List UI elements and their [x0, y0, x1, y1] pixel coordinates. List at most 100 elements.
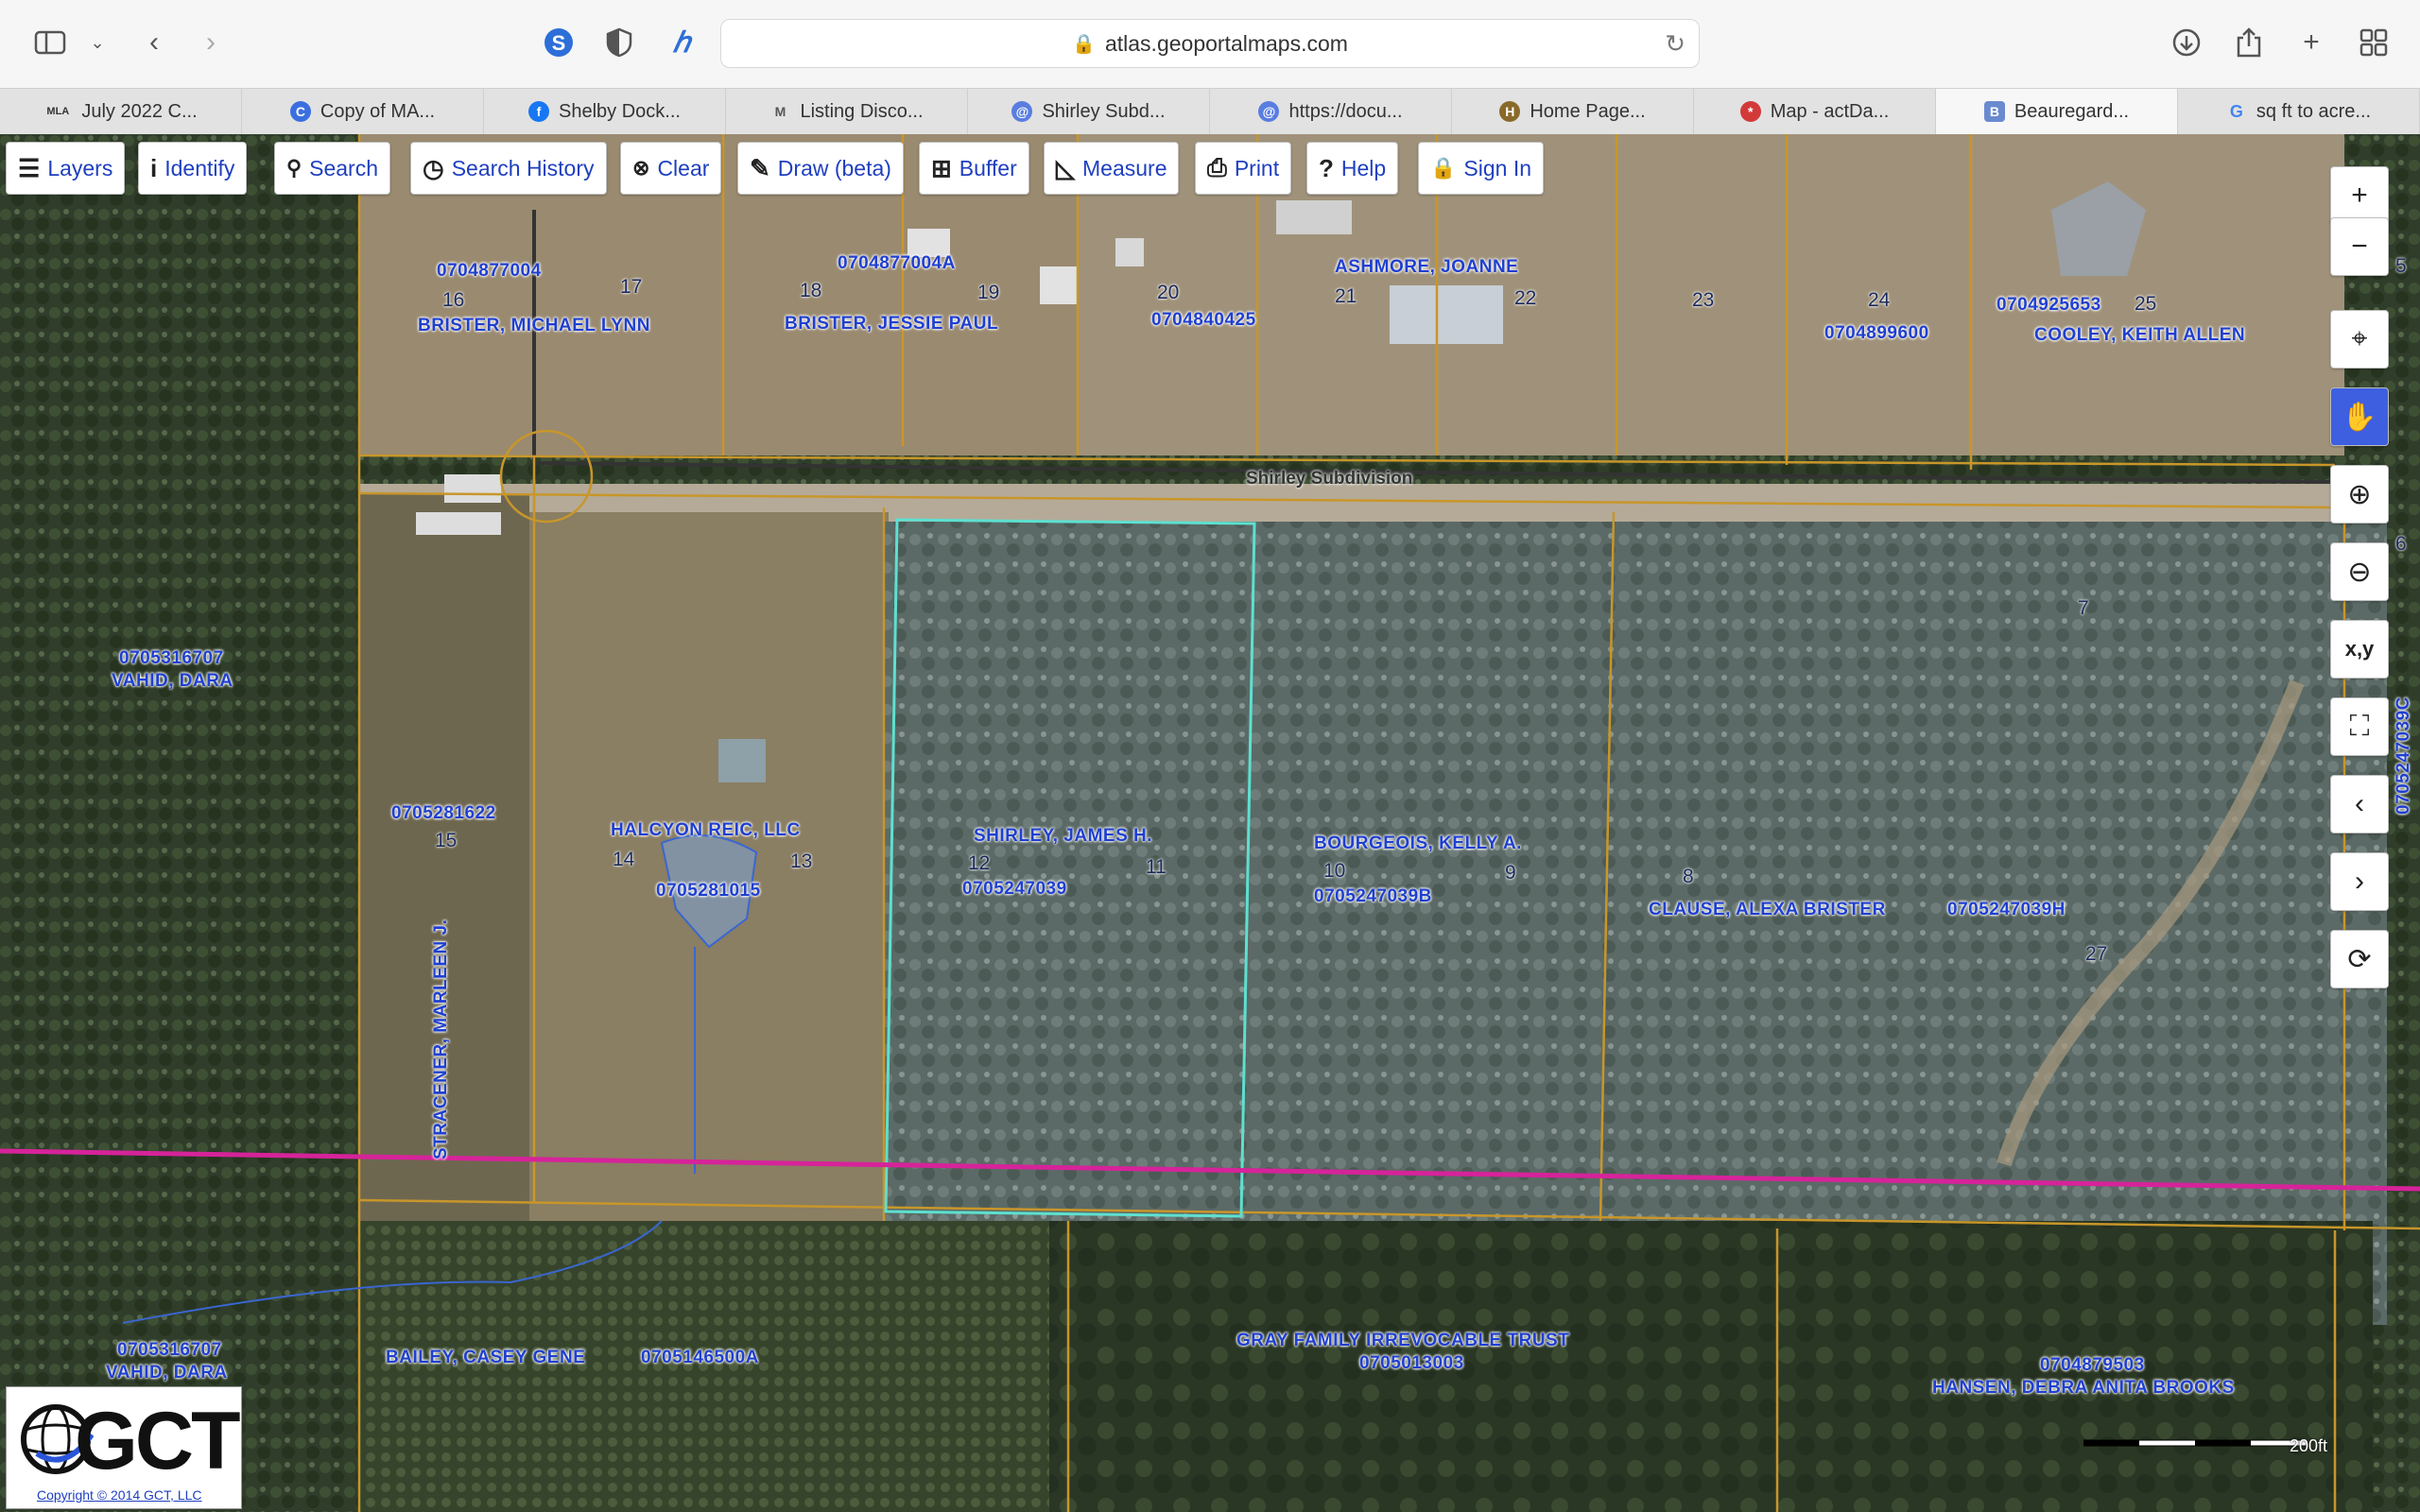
clear-button[interactable]: ⊗ Clear [620, 142, 722, 195]
search-history-button[interactable]: ◷ Search History [410, 142, 607, 195]
owner-label[interactable]: COOLEY, KEITH ALLEN [2034, 325, 2245, 346]
layers-label: Layers [47, 155, 113, 180]
tab-home-page[interactable]: H Home Page... [1452, 89, 1694, 134]
chevron-left-icon: ‹ [2355, 788, 2364, 819]
address-bar[interactable]: 🔒 atlas.geoportalmaps.com ↻ [720, 19, 1700, 68]
download-icon[interactable] [2165, 21, 2208, 64]
lot-number: 22 [1514, 287, 1537, 309]
parcel-id-label[interactable]: 0705146500A [641, 1348, 759, 1368]
locate-button[interactable]: ⌖ [2330, 310, 2389, 369]
zoom-in-magnifier-icon: ⊕ [2347, 478, 2372, 510]
owner-label[interactable]: STRACENER, MARLEEN J. [431, 919, 452, 1160]
parcel-id-label[interactable]: 0704899600 [1824, 323, 1929, 344]
owner-label[interactable]: GRAY FAMILY IRREVOCABLE TRUST [1236, 1331, 1569, 1351]
measure-button[interactable]: ◺ Measure [1044, 142, 1180, 195]
identify-button[interactable]: i Identify [138, 142, 248, 195]
owner-label[interactable]: VAHID, DARA [106, 1363, 228, 1383]
zoom-in-tool-button[interactable]: ⊕ [2330, 465, 2389, 524]
tab-listing-disco[interactable]: M Listing Disco... [726, 89, 968, 134]
tab-map-actda[interactable]: * Map - actDa... [1694, 89, 1936, 134]
new-tab-icon[interactable]: + [2290, 21, 2333, 64]
lot-number: 20 [1157, 282, 1180, 303]
owner-label[interactable]: HANSEN, DEBRA ANITA BROOKS [1932, 1378, 2235, 1399]
next-extent-button[interactable]: › [2330, 852, 2389, 911]
buffer-label: Buffer [959, 155, 1017, 180]
parcel-id-label[interactable]: 0705247039C [2394, 696, 2414, 815]
owner-label[interactable]: SHIRLEY, JAMES H. [974, 826, 1152, 847]
pan-button[interactable]: ✋ [2330, 387, 2389, 446]
sign-in-button[interactable]: 🔒 Sign In [1418, 142, 1545, 195]
tab-sq-ft-to-acre[interactable]: Gsq ft to acre... [2178, 89, 2420, 134]
parcel-id-label[interactable]: 0704840425 [1151, 310, 1256, 331]
back-arrow-icon[interactable]: ‹ [132, 21, 176, 64]
parcel-id-label[interactable]: 0705247039H [1947, 900, 2066, 920]
tab-shirley-subd[interactable]: @ Shirley Subd... [968, 89, 1210, 134]
sidebar-toggle-icon[interactable] [28, 21, 72, 64]
parcel-id-label[interactable]: 0705247039B [1314, 886, 1432, 907]
shield-icon[interactable] [597, 21, 641, 64]
gct-logo[interactable]: GCT Copyright © 2014 GCT, LLC [6, 1386, 242, 1509]
seal-icon: H [1499, 101, 1521, 122]
print-button[interactable]: ⎙ Print [1195, 142, 1292, 195]
xy-button[interactable]: x,y [2330, 620, 2389, 679]
parcel-id-label[interactable]: 0705281622 [391, 803, 496, 824]
parcel-id-label[interactable]: 0704879503 [2040, 1355, 2145, 1376]
extent-icon: ⛶ [2349, 711, 2370, 742]
buffer-icon: ⊞ [931, 153, 952, 182]
owner-label[interactable]: HALCYON REIC, LLC [611, 820, 801, 841]
parcel-id-label[interactable]: 0705281015 [656, 881, 761, 902]
tab-july-2022[interactable]: MLA July 2022 C... [0, 89, 242, 134]
forward-arrow-icon[interactable]: › [189, 21, 233, 64]
previous-extent-button[interactable]: ‹ [2330, 775, 2389, 833]
refresh-icon: ⟳ [2347, 943, 2372, 975]
full-extent-button[interactable]: ⛶ [2330, 697, 2389, 756]
tab-shelby-dock[interactable]: f Shelby Dock... [484, 89, 726, 134]
parcel-id-label[interactable]: 0704877004A [838, 253, 956, 274]
draw-button[interactable]: ✎ Draw (beta) [737, 142, 904, 195]
owner-label[interactable]: BRISTER, JESSIE PAUL [785, 314, 998, 335]
clear-label: Clear [657, 155, 710, 180]
parcel-id-label[interactable]: 0705247039 [962, 879, 1067, 900]
reload-icon[interactable]: ↻ [1665, 29, 1685, 59]
parcel-id-label[interactable]: 0705316707 [117, 1340, 222, 1361]
tab-bar: MLA July 2022 C... C Copy of MA... f Shelby… [0, 88, 2420, 135]
geoportal-icon: @ [1258, 101, 1280, 122]
tab-https-docu[interactable]: @ https://docu... [1210, 89, 1452, 134]
refresh-button[interactable]: ⟳ [2330, 930, 2389, 988]
owner-label[interactable]: BOURGEOIS, KELLY A. [1314, 833, 1522, 854]
lot-number: 12 [968, 852, 991, 874]
zoom-out-button[interactable]: − [2330, 217, 2389, 276]
tab-overview-icon[interactable] [2352, 21, 2395, 64]
zoom-in-button[interactable]: + [2330, 166, 2389, 225]
owner-label[interactable]: VAHID, DARA [112, 671, 233, 692]
map-canvas[interactable]: Shirley Subdivision BRISTER, MICHAEL LYN… [0, 134, 2420, 1512]
chevron-down-icon[interactable]: ⌄ [76, 21, 119, 64]
buffer-button[interactable]: ⊞ Buffer [919, 142, 1029, 195]
owner-label[interactable]: BAILEY, CASEY GENE [386, 1348, 585, 1368]
crosshair-icon: ⌖ [2351, 323, 2368, 354]
parcel-id-label[interactable]: 0705316707 [119, 648, 224, 669]
google-icon: G [2229, 101, 2243, 121]
lot-number: 23 [1692, 289, 1715, 311]
zoom-out-tool-button[interactable]: ⊖ [2330, 542, 2389, 601]
geoportal-icon: @ [1011, 101, 1033, 122]
clear-icon: ⊗ [632, 156, 650, 180]
copyright-link[interactable]: Copyright © 2014 GCT, LLC [37, 1487, 202, 1503]
extension-s-icon[interactable]: S [537, 21, 580, 64]
layers-button[interactable]: ☰ Layers [6, 142, 126, 195]
search-button[interactable]: ⚲ Search [274, 142, 390, 195]
tab-copy-of-ma[interactable]: C Copy of MA... [242, 89, 484, 134]
tab-beauregard[interactable]: B Beauregard... [1936, 89, 2178, 134]
extension-h-icon[interactable]: ℎ [660, 21, 703, 64]
zoom-out-magnifier-icon: ⊖ [2347, 556, 2372, 588]
share-icon[interactable] [2227, 21, 2271, 64]
owner-label[interactable]: CLAUSE, ALEXA BRISTER [1649, 900, 1886, 920]
help-button[interactable]: ? Help [1306, 142, 1399, 195]
owner-label[interactable]: ASHMORE, JOANNE [1335, 257, 1518, 278]
lot-number: 9 [1505, 862, 1516, 884]
document-icon: B [1983, 101, 2005, 122]
parcel-id-label[interactable]: 0704877004 [437, 261, 542, 282]
owner-label[interactable]: BRISTER, MICHAEL LYNN [418, 316, 650, 336]
parcel-id-label[interactable]: 0704925653 [1996, 295, 2101, 316]
parcel-id-label[interactable]: 0705013003 [1359, 1353, 1464, 1374]
